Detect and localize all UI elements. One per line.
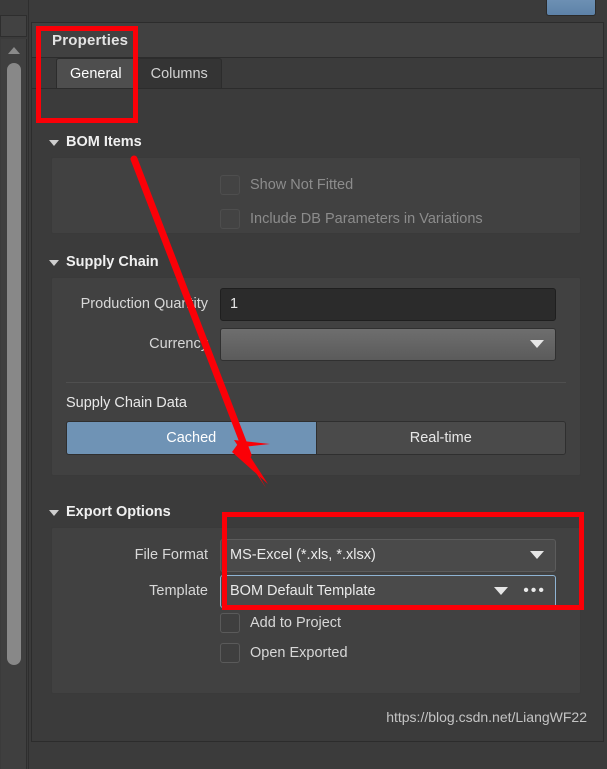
top-bar xyxy=(0,0,607,18)
dropdown-template[interactable]: BOM Default Template ••• xyxy=(220,574,556,608)
section-header-bom-items[interactable]: BOM Items xyxy=(32,134,142,150)
label-open-exported: Open Exported xyxy=(250,645,348,661)
divider xyxy=(66,382,566,383)
dropdown-template-value: BOM Default Template xyxy=(230,583,376,599)
dropdown-file-format[interactable]: MS-Excel (*.xls, *.xlsx) xyxy=(220,538,556,572)
label-include-db-parameters: Include DB Parameters in Variations xyxy=(250,211,483,227)
left-scroll-column xyxy=(0,0,29,769)
page-title: Properties xyxy=(52,31,129,49)
row-production-quantity: Production Quantity 1 xyxy=(52,287,580,321)
toggle-supply-chain-data: Cached Real-time xyxy=(66,421,566,455)
checkbox-show-not-fitted[interactable] xyxy=(220,175,240,195)
row-show-not-fitted: Show Not Fitted xyxy=(52,168,580,202)
watermark-url: https://blog.csdn.net/LiangWF22 xyxy=(386,709,587,725)
label-production-quantity: Production Quantity xyxy=(80,296,208,312)
collapse-triangle-icon xyxy=(49,140,59,146)
chevron-down-icon xyxy=(530,340,544,348)
panel-content: BOM Items Show Not Fitted Include DB Par… xyxy=(32,89,603,741)
collapse-triangle-icon xyxy=(49,260,59,266)
export-options-group: File Format MS-Excel (*.xls, *.xlsx) Tem… xyxy=(51,527,581,694)
section-title-export-options: Export Options xyxy=(66,504,171,520)
checkbox-include-db-parameters[interactable] xyxy=(220,209,240,229)
toggle-option-cached[interactable]: Cached xyxy=(67,422,316,454)
left-column-header xyxy=(0,15,27,37)
chevron-down-icon xyxy=(530,551,544,559)
checkbox-open-exported[interactable] xyxy=(220,643,240,663)
row-open-exported: Open Exported xyxy=(52,638,580,668)
chevron-down-icon[interactable] xyxy=(494,587,508,595)
properties-panel: Properties General Columns BOM Items Sho… xyxy=(31,22,604,742)
app-root: Properties General Columns BOM Items Sho… xyxy=(0,0,607,769)
input-production-quantity[interactable]: 1 xyxy=(220,287,556,321)
toggle-option-realtime[interactable]: Real-time xyxy=(316,422,565,454)
supply-chain-group: Production Quantity 1 Currency Supply Ch… xyxy=(51,277,581,476)
row-currency: Currency xyxy=(52,327,580,361)
dropdown-file-format-value: MS-Excel (*.xls, *.xlsx) xyxy=(230,547,376,563)
dropdown-currency[interactable] xyxy=(220,327,556,361)
section-title-supply-chain: Supply Chain xyxy=(66,254,159,270)
row-template: Template BOM Default Template ••• xyxy=(52,574,580,608)
label-show-not-fitted: Show Not Fitted xyxy=(250,177,354,193)
panel-header: Properties xyxy=(32,23,603,58)
collapse-triangle-icon xyxy=(49,510,59,516)
checkbox-add-to-project[interactable] xyxy=(220,613,240,633)
top-right-primary-button[interactable] xyxy=(546,0,596,16)
tab-columns[interactable]: Columns xyxy=(136,58,222,88)
label-add-to-project: Add to Project xyxy=(250,615,342,631)
label-file-format: File Format xyxy=(134,547,208,563)
label-currency: Currency xyxy=(149,336,208,352)
tab-strip: General Columns xyxy=(32,58,603,89)
row-add-to-project: Add to Project xyxy=(52,608,580,638)
vertical-scrollbar[interactable] xyxy=(1,39,27,769)
scrollbar-thumb[interactable] xyxy=(7,63,21,665)
label-template: Template xyxy=(149,583,208,599)
bom-items-group: Show Not Fitted Include DB Parameters in… xyxy=(51,157,581,234)
label-supply-chain-data: Supply Chain Data xyxy=(66,395,187,411)
template-more-button[interactable]: ••• xyxy=(523,583,546,599)
scroll-up-arrow-icon[interactable] xyxy=(7,47,20,54)
section-title-bom-items: BOM Items xyxy=(66,134,142,150)
tab-general[interactable]: General xyxy=(56,58,136,88)
row-file-format: File Format MS-Excel (*.xls, *.xlsx) xyxy=(52,538,580,572)
row-include-db-parameters: Include DB Parameters in Variations xyxy=(52,202,580,236)
section-header-supply-chain[interactable]: Supply Chain xyxy=(32,254,159,270)
section-header-export-options[interactable]: Export Options xyxy=(32,504,171,520)
